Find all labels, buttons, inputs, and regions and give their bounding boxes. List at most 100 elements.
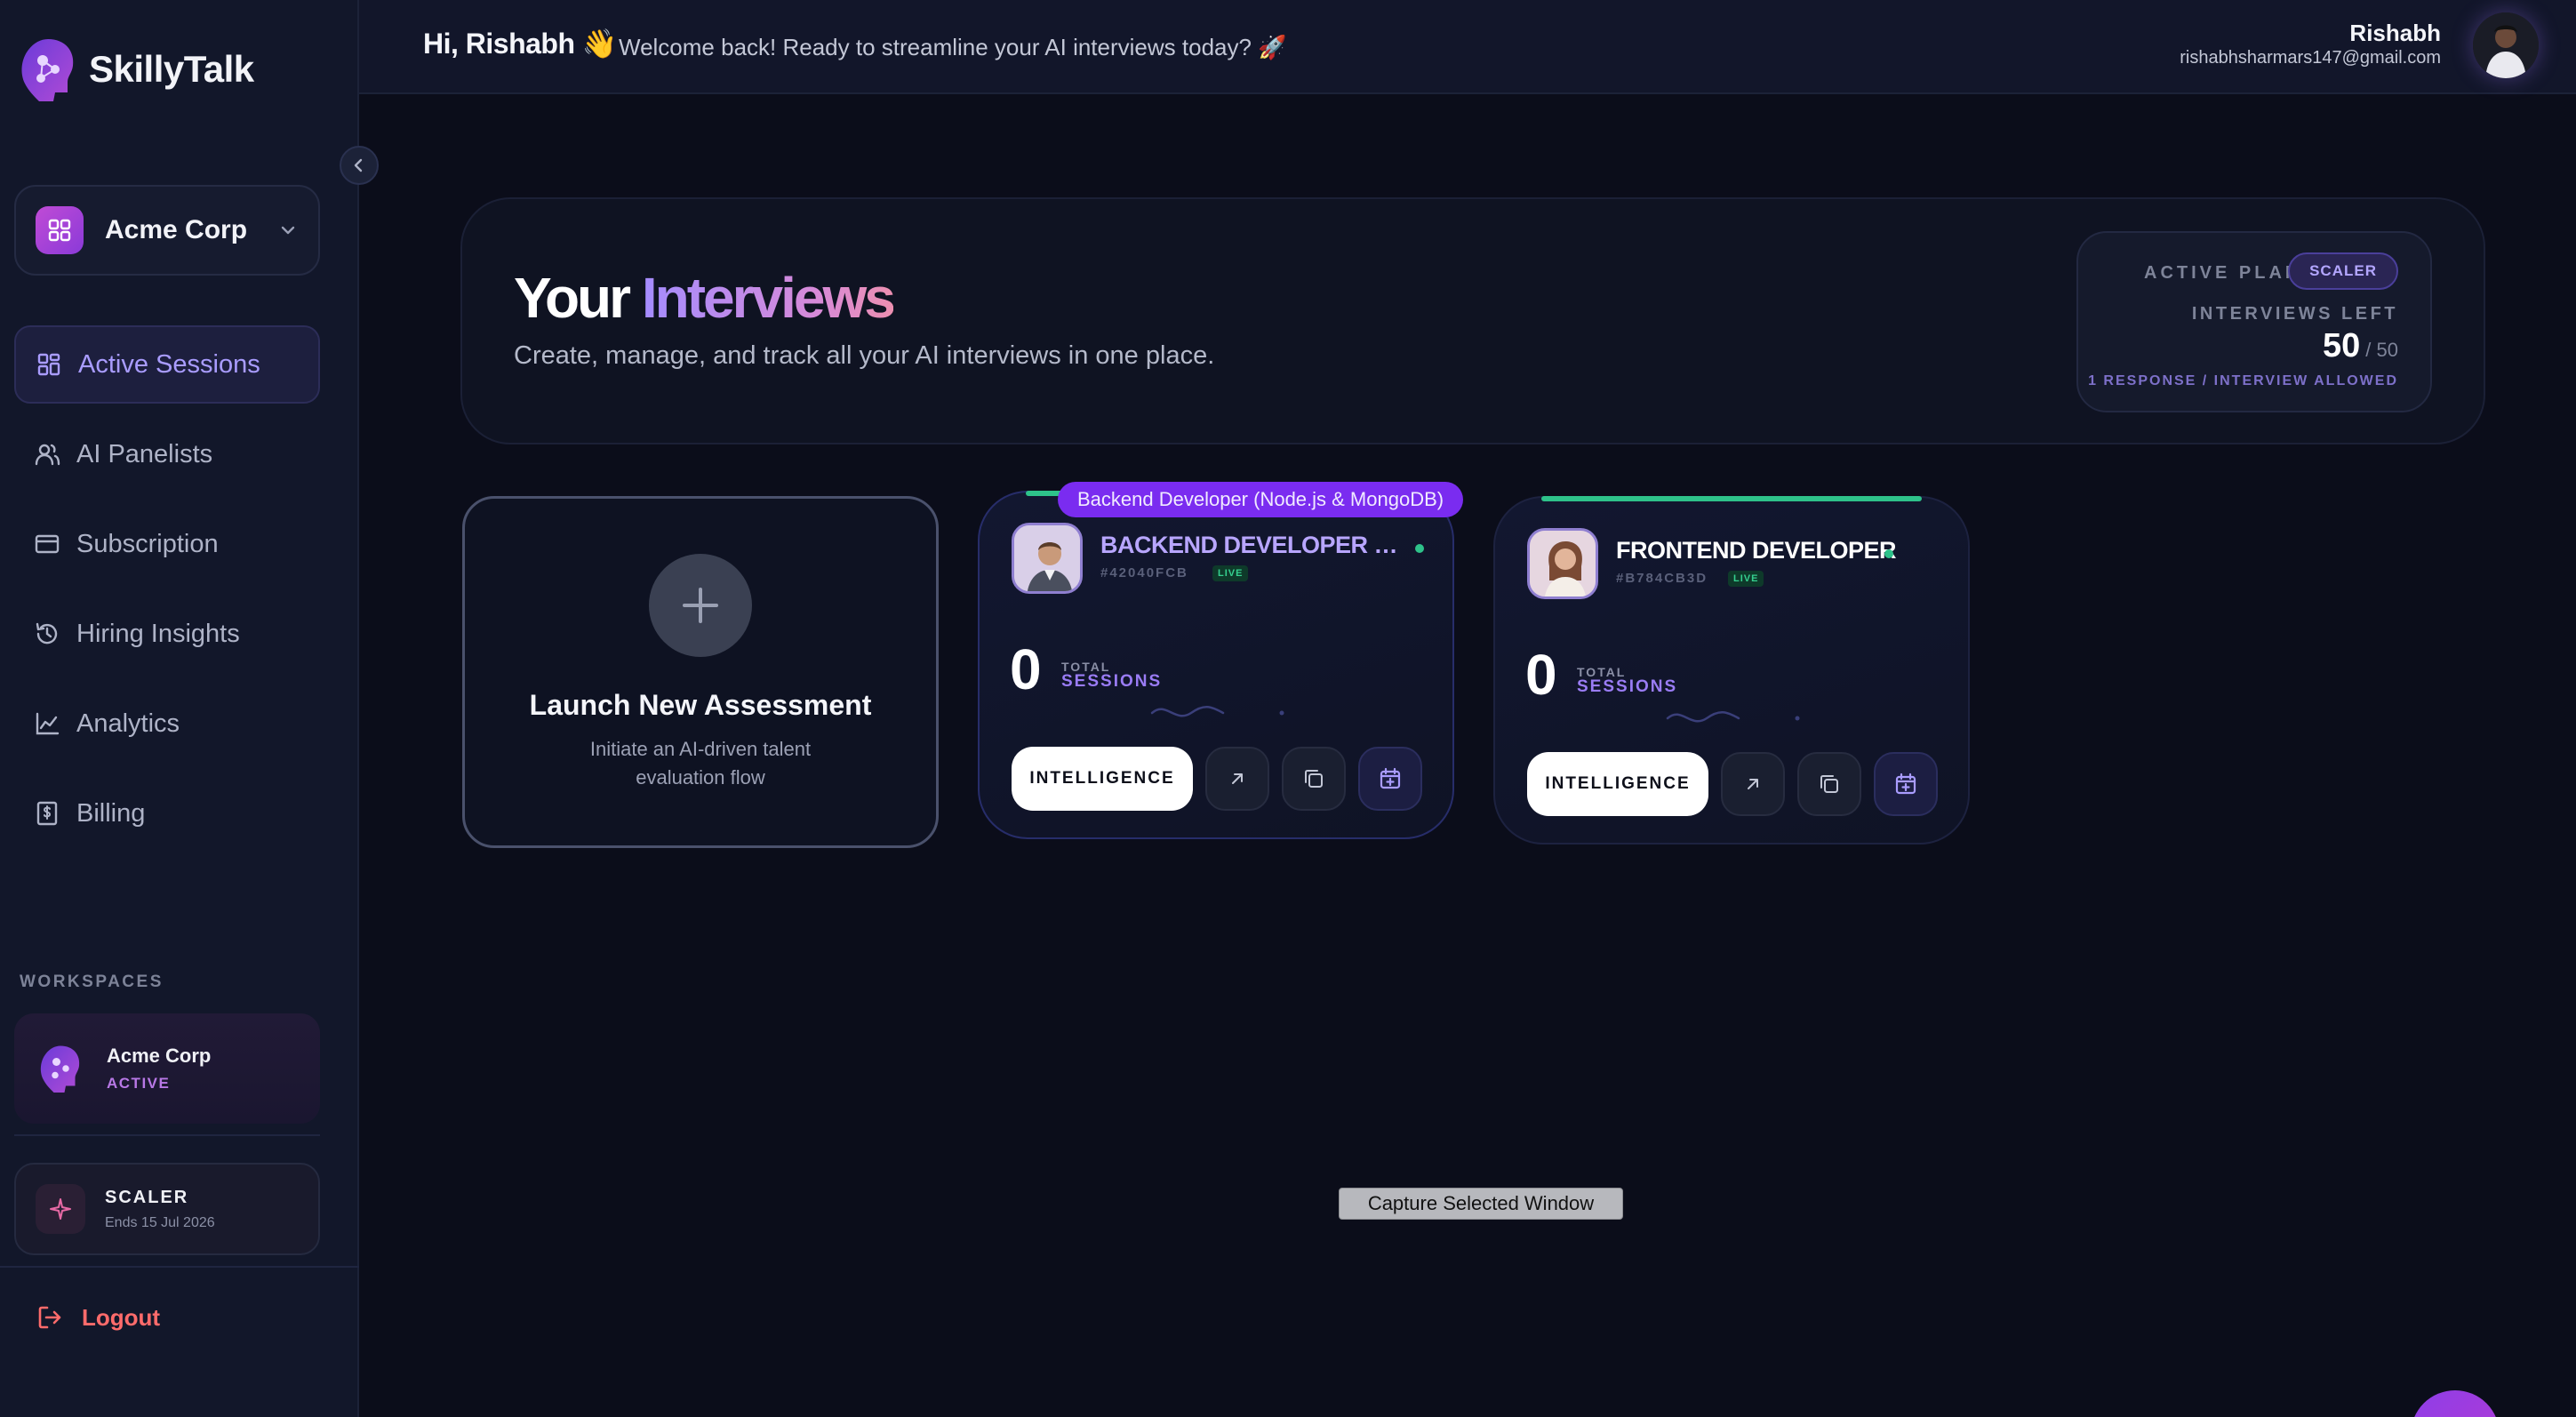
sidebar-item-label: Active Sessions: [78, 349, 260, 379]
card-icon: [35, 534, 60, 554]
sessions-label: SESSIONS: [1577, 677, 1678, 696]
sidebar-item-label: AI Panelists: [76, 439, 213, 468]
active-plan-label: ACTIVE PLAN: [2144, 263, 2302, 283]
arrow-up-right-icon: [1232, 773, 1243, 784]
avatar: [1012, 523, 1083, 594]
chevron-down-icon: [281, 226, 295, 235]
launch-assessment-card[interactable]: Launch New Assessment Initiate an AI-dri…: [462, 496, 939, 848]
history-icon: [36, 622, 58, 644]
chevron-left-icon: [354, 158, 363, 172]
title-tooltip: Backend Developer (Node.js & MongoDB): [1058, 482, 1464, 517]
brand[interactable]: SkillyTalk: [16, 34, 254, 105]
status-dot: [1884, 549, 1893, 558]
user-email: rishabhsharmars147@gmail.com: [2180, 48, 2441, 68]
arrow-up-right-icon: [1748, 779, 1758, 789]
page-title: Your Interviews: [514, 265, 896, 331]
interview-title: FRONTEND DEVELOPER: [1616, 537, 1897, 564]
interviews-left-count: 50/ 50: [2323, 327, 2398, 365]
sidebar-item-hiring-insights[interactable]: Hiring Insights: [14, 595, 320, 673]
logout-icon: [38, 1306, 61, 1329]
activity-wave-icon: [1150, 706, 1284, 717]
interview-card-frontend[interactable]: FRONTEND DEVELOPER #B784CB3D LIVE 0 TOTA…: [1493, 496, 1970, 845]
sidebar-item-label: Analytics: [76, 708, 180, 738]
sidebar-nav: Active Sessions AI Panelists Subscriptio…: [14, 325, 320, 864]
greeting: Hi, Rishabh 👋: [423, 28, 618, 60]
users-icon: [35, 444, 60, 466]
sessions-count: 0: [1010, 637, 1042, 701]
schedule-button[interactable]: [1358, 747, 1422, 811]
interview-code: #42040FCB: [1100, 565, 1188, 580]
workspaces-heading: WORKSPACES: [20, 973, 164, 991]
plus-icon: [649, 554, 752, 657]
panelist-female-icon: [1530, 531, 1596, 596]
interviews-left-label: INTERVIEWS LEFT: [2191, 304, 2398, 324]
copy-icon: [1305, 770, 1323, 788]
active-plan-panel: ACTIVE PLAN SCALER INTERVIEWS LEFT 50/ 5…: [2076, 231, 2432, 412]
logout-label: Logout: [82, 1303, 161, 1331]
sidebar-item-label: Billing: [76, 798, 146, 828]
workspace-card[interactable]: Acme Corp ACTIVE: [14, 1013, 320, 1124]
launch-description: Initiate an AI-driven talent evaluation …: [589, 738, 812, 789]
calendar-plus-icon: [1380, 767, 1401, 789]
grid-icon: [37, 353, 60, 376]
user-name: Rishabh: [2349, 20, 2441, 46]
sparkle-icon: [36, 1184, 85, 1234]
avatar[interactable]: [2473, 12, 2539, 78]
status-dot: [1415, 544, 1424, 553]
page-title-part1: Your: [514, 266, 631, 330]
sidebar-item-ai-panelists[interactable]: AI Panelists: [14, 415, 320, 493]
interviews-hero: Your Interviews Create, manage, and trac…: [460, 197, 2485, 444]
organization-selector[interactable]: Acme Corp: [14, 185, 320, 276]
open-link-button[interactable]: [1721, 752, 1785, 816]
interviews-left-value: 50: [2323, 327, 2361, 364]
plan-name: SCALER: [105, 1187, 189, 1207]
plan-ends: Ends 15 Jul 2026: [105, 1214, 215, 1230]
workspace-logo-icon: [40, 1045, 80, 1093]
avatar: [1527, 528, 1598, 599]
card-accent-bar: [1541, 496, 1922, 501]
copy-button[interactable]: [1797, 752, 1861, 816]
workspace-name: Acme Corp: [107, 1045, 212, 1067]
sidebar-item-active-sessions[interactable]: Active Sessions: [14, 325, 320, 404]
copy-icon: [1820, 775, 1838, 793]
welcome-message: Welcome back! Ready to streamline your A…: [619, 34, 1287, 60]
page-title-part2: Interviews: [641, 266, 896, 330]
brand-name: SkillyTalk: [89, 48, 254, 90]
capture-window-tooltip[interactable]: Capture Selected Window: [1339, 1188, 1623, 1220]
live-badge: LIVE: [1728, 571, 1764, 587]
sidebar: SkillyTalk Acme Corp Active Sessions AI …: [0, 0, 379, 1417]
plan-card[interactable]: SCALER Ends 15 Jul 2026: [14, 1163, 320, 1255]
intelligence-button[interactable]: INTELLIGENCE: [1012, 747, 1193, 811]
divider: [0, 1266, 359, 1268]
brand-logo-icon: [21, 39, 74, 101]
interview-card-backend[interactable]: Backend Developer (Node.js & MongoDB) BA…: [978, 482, 1464, 839]
chart-line-icon: [36, 712, 60, 735]
logout-button[interactable]: Logout: [36, 1303, 160, 1332]
sidebar-item-analytics[interactable]: Analytics: [14, 684, 320, 763]
org-grid-icon: [36, 206, 84, 254]
plan-note: 1 RESPONSE / INTERVIEW ALLOWED: [2088, 373, 2398, 388]
sidebar-item-subscription[interactable]: Subscription: [14, 505, 320, 583]
interviews-left-total: / 50: [2365, 339, 2398, 361]
calendar-plus-icon: [1895, 773, 1916, 795]
workspace-status: ACTIVE: [107, 1075, 171, 1092]
page-subtitle: Create, manage, and track all your AI in…: [514, 341, 1215, 370]
sidebar-item-label: Subscription: [76, 529, 219, 558]
sessions-count: 0: [1525, 643, 1557, 707]
chat-fab-button[interactable]: [2411, 1390, 2500, 1417]
panelist-male-icon: [1014, 525, 1080, 591]
live-badge: LIVE: [1212, 565, 1249, 581]
launch-title: Launch New Assessment: [529, 689, 872, 721]
open-link-button[interactable]: [1205, 747, 1269, 811]
intelligence-button[interactable]: INTELLIGENCE: [1527, 752, 1708, 816]
sidebar-item-billing[interactable]: Billing: [14, 774, 320, 853]
interview-code: #B784CB3D: [1616, 571, 1708, 586]
copy-button[interactable]: [1282, 747, 1346, 811]
sidebar-item-label: Hiring Insights: [76, 619, 240, 648]
divider: [14, 1134, 320, 1136]
sidebar-collapse-button[interactable]: [340, 146, 379, 185]
top-header: Hi, Rishabh 👋 Welcome back! Ready to str…: [359, 0, 2576, 94]
user-avatar-icon: [2473, 12, 2539, 78]
sessions-label: SESSIONS: [1061, 672, 1163, 691]
schedule-button[interactable]: [1874, 752, 1938, 816]
